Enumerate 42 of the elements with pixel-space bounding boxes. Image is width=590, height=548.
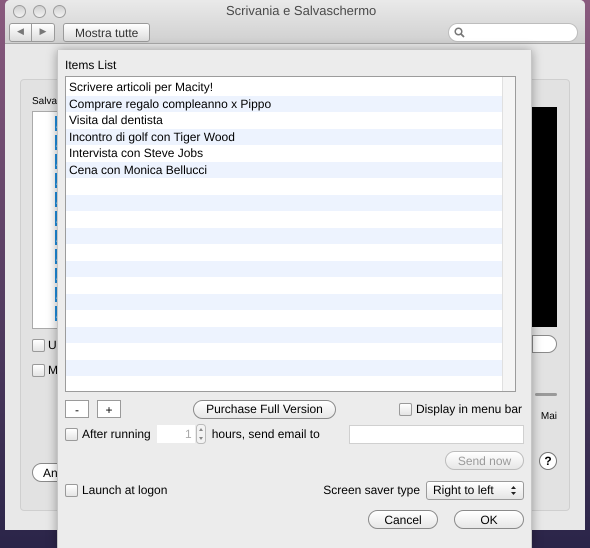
stepper-icon[interactable] bbox=[196, 424, 206, 444]
email-label: hours, send email to bbox=[212, 426, 320, 443]
window-control[interactable] bbox=[13, 4, 26, 18]
window-title: Scrivania e Salvaschermo bbox=[226, 2, 376, 20]
email-field[interactable] bbox=[349, 424, 524, 444]
updown-icon bbox=[510, 484, 517, 496]
window-control[interactable] bbox=[33, 4, 46, 18]
cancel-button[interactable]: Cancel bbox=[368, 510, 438, 529]
remove-button[interactable]: - bbox=[65, 400, 89, 418]
checkbox-label: Launch at logon bbox=[82, 482, 168, 499]
checkbox-label: U bbox=[48, 337, 57, 354]
forward-button[interactable]: ▶ bbox=[32, 24, 54, 40]
test-button[interactable] bbox=[532, 335, 557, 353]
checkbox[interactable] bbox=[32, 364, 45, 376]
checkbox[interactable] bbox=[65, 428, 78, 440]
sheet-title: Items List bbox=[65, 57, 118, 74]
list-item[interactable]: Scrivere articoli per Macity! bbox=[69, 78, 214, 96]
back-button[interactable]: ◀ bbox=[10, 24, 32, 40]
slider-label: Mai bbox=[540, 410, 557, 424]
scrollbar[interactable] bbox=[502, 77, 515, 391]
search-field[interactable] bbox=[448, 22, 578, 42]
list-item[interactable]: Intervista con Steve Jobs bbox=[69, 144, 204, 162]
checkbox[interactable] bbox=[32, 338, 45, 352]
screen-saver-type-select[interactable]: Right to left bbox=[426, 480, 524, 500]
checkbox-label: M bbox=[48, 362, 58, 379]
list-item[interactable]: Incontro di golf con Tiger Wood bbox=[69, 128, 235, 146]
list-item[interactable]: Comprare regalo compleanno x Pippo bbox=[69, 94, 272, 113]
list-item[interactable]: Visita dal dentista bbox=[69, 111, 163, 130]
checkbox[interactable] bbox=[65, 484, 78, 496]
search-icon bbox=[454, 26, 465, 38]
help-button[interactable]: ? bbox=[539, 452, 557, 470]
checkbox-label: After running bbox=[82, 426, 151, 443]
list-item[interactable]: Cena con Monica Bellucci bbox=[69, 160, 208, 179]
slider-track[interactable] bbox=[535, 393, 557, 396]
add-button[interactable]: + bbox=[97, 400, 121, 418]
purchase-button[interactable]: Purchase Full Version bbox=[193, 400, 336, 418]
checkbox[interactable] bbox=[398, 402, 412, 416]
show-all-button[interactable]: Mostra tutte bbox=[63, 22, 150, 42]
ok-button[interactable]: OK bbox=[454, 510, 524, 529]
window-control[interactable] bbox=[53, 4, 66, 18]
screen-saver-type-label: Screen saver type bbox=[323, 482, 420, 499]
checkbox-label: Display in menu bar bbox=[416, 401, 522, 418]
